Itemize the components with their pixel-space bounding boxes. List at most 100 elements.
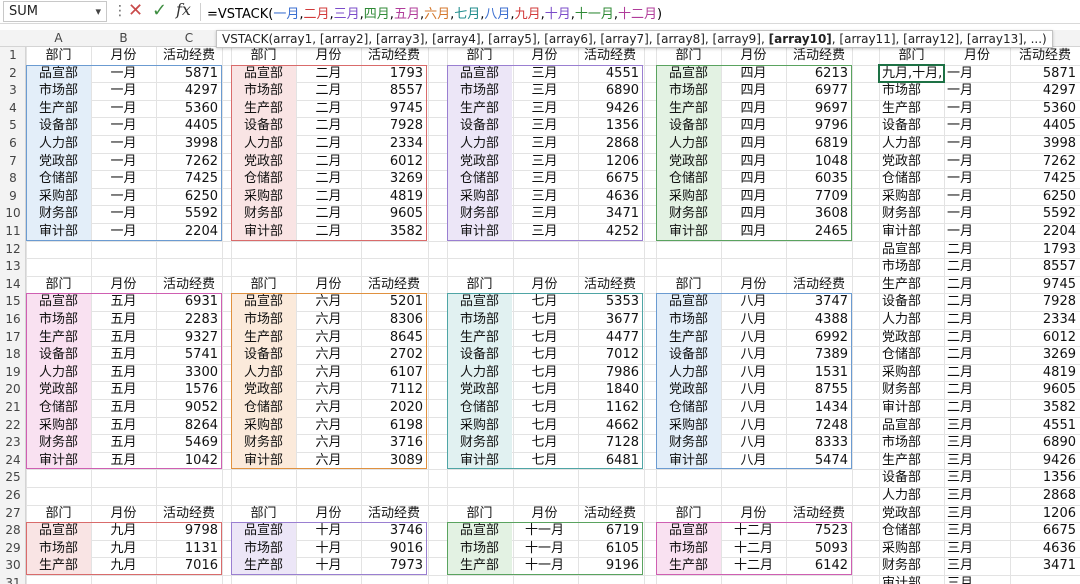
row-header[interactable]: 3 bbox=[0, 82, 26, 100]
result-amount-cell[interactable]: 5360 bbox=[1010, 100, 1080, 117]
result-amount-cell[interactable]: 6890 bbox=[1010, 434, 1080, 451]
result-department-cell[interactable]: 财务部 bbox=[879, 205, 944, 222]
result-department-cell[interactable]: 设备部 bbox=[879, 293, 944, 310]
result-month-cell[interactable]: 三月 bbox=[944, 522, 1010, 539]
row-header[interactable]: 10 bbox=[0, 205, 26, 223]
result-department-cell[interactable]: 品宣部 bbox=[879, 417, 944, 434]
result-amount-cell[interactable]: 5871 bbox=[1010, 65, 1080, 82]
result-month-cell[interactable]: 三月 bbox=[944, 505, 1010, 522]
result-amount-cell[interactable]: 7928 bbox=[1010, 293, 1080, 310]
result-department-cell[interactable]: 党政部 bbox=[879, 505, 944, 522]
row-header[interactable]: 19 bbox=[0, 364, 26, 382]
result-amount-cell[interactable]: 1356 bbox=[1010, 469, 1080, 486]
result-month-cell[interactable]: 一月 bbox=[944, 205, 1010, 222]
result-amount-cell[interactable]: 3471 bbox=[1010, 557, 1080, 574]
result-department-cell[interactable]: 党政部 bbox=[879, 329, 944, 346]
row-header[interactable]: 17 bbox=[0, 329, 26, 347]
result-amount-cell[interactable]: 7425 bbox=[1010, 170, 1080, 187]
row-header[interactable]: 13 bbox=[0, 258, 26, 276]
result-amount-cell[interactable]: 6675 bbox=[1010, 522, 1080, 539]
column-header[interactable]: B bbox=[91, 30, 156, 47]
row-header[interactable]: 1 bbox=[0, 47, 26, 65]
result-month-cell[interactable]: 一月 bbox=[944, 153, 1010, 170]
result-month-cell[interactable]: 一月 bbox=[944, 170, 1010, 187]
result-amount-cell[interactable]: 4297 bbox=[1010, 82, 1080, 99]
result-amount-cell[interactable]: 7262 bbox=[1010, 153, 1080, 170]
row-header[interactable]: 4 bbox=[0, 100, 26, 118]
result-month-cell[interactable]: 三月 bbox=[944, 575, 1010, 584]
result-department-cell[interactable]: 生产部 bbox=[879, 452, 944, 469]
function-tooltip[interactable]: VSTACK(array1, [array2], [array3], [arra… bbox=[216, 30, 1053, 48]
result-department-cell[interactable]: 采购部 bbox=[879, 540, 944, 557]
result-month-cell[interactable]: 二月 bbox=[944, 293, 1010, 310]
row-header[interactable]: 28 bbox=[0, 522, 26, 540]
row-header[interactable]: 18 bbox=[0, 346, 26, 364]
result-amount-cell[interactable]: 4819 bbox=[1010, 364, 1080, 381]
result-department-cell[interactable]: 审计部 bbox=[879, 223, 944, 240]
result-month-cell[interactable]: 二月 bbox=[944, 258, 1010, 275]
formula-input[interactable]: =VSTACK(一月,二月,三月,四月,五月,六月,七月,八月,九月,十月,十一… bbox=[207, 3, 662, 22]
row-header[interactable]: 24 bbox=[0, 452, 26, 470]
result-month-cell[interactable]: 一月 bbox=[944, 135, 1010, 152]
result-month-cell[interactable]: 一月 bbox=[944, 82, 1010, 99]
row-header[interactable]: 15 bbox=[0, 293, 26, 311]
result-month-cell[interactable]: 二月 bbox=[944, 276, 1010, 293]
result-month-cell[interactable]: 二月 bbox=[944, 399, 1010, 416]
result-amount-cell[interactable]: 3269 bbox=[1010, 346, 1080, 363]
result-department-cell[interactable]: 市场部 bbox=[879, 82, 944, 99]
row-header[interactable]: 31 bbox=[0, 575, 26, 584]
result-department-cell[interactable]: 市场部 bbox=[879, 434, 944, 451]
enter-icon[interactable]: ✓ bbox=[152, 0, 167, 21]
row-header[interactable]: 16 bbox=[0, 311, 26, 329]
result-department-cell[interactable]: 生产部 bbox=[879, 100, 944, 117]
result-department-cell[interactable]: 人力部 bbox=[879, 311, 944, 328]
result-amount-cell[interactable]: 9605 bbox=[1010, 381, 1080, 398]
result-department-cell[interactable]: 财务部 bbox=[879, 557, 944, 574]
row-header[interactable]: 25 bbox=[0, 469, 26, 487]
row-header[interactable]: 12 bbox=[0, 241, 26, 259]
result-department-cell[interactable]: 生产部 bbox=[879, 276, 944, 293]
result-amount-cell[interactable]: 9426 bbox=[1010, 452, 1080, 469]
result-department-cell[interactable]: 采购部 bbox=[879, 188, 944, 205]
row-header[interactable]: 14 bbox=[0, 276, 26, 294]
result-month-cell[interactable]: 一月 bbox=[944, 65, 1010, 82]
column-header[interactable]: A bbox=[26, 30, 91, 47]
name-box[interactable]: SUM ▾ bbox=[3, 1, 107, 22]
result-amount-cell[interactable]: 2334 bbox=[1010, 311, 1080, 328]
result-department-cell[interactable]: 品宣部 bbox=[879, 241, 944, 258]
row-header[interactable]: 20 bbox=[0, 381, 26, 399]
row-header[interactable]: 21 bbox=[0, 399, 26, 417]
result-amount-cell[interactable]: 4405 bbox=[1010, 117, 1080, 134]
row-header[interactable]: 30 bbox=[0, 557, 26, 575]
result-month-cell[interactable]: 二月 bbox=[944, 346, 1010, 363]
result-department-cell[interactable]: 仓储部 bbox=[879, 170, 944, 187]
result-department-cell[interactable]: 设备部 bbox=[879, 469, 944, 486]
result-month-cell[interactable]: 一月 bbox=[944, 223, 1010, 240]
row-header[interactable]: 7 bbox=[0, 153, 26, 171]
result-month-cell[interactable]: 一月 bbox=[944, 188, 1010, 205]
result-month-cell[interactable]: 三月 bbox=[944, 417, 1010, 434]
row-header[interactable]: 26 bbox=[0, 487, 26, 505]
result-department-cell[interactable]: 仓储部 bbox=[879, 346, 944, 363]
row-header[interactable]: 22 bbox=[0, 417, 26, 435]
row-header[interactable]: 23 bbox=[0, 434, 26, 452]
result-amount-cell[interactable]: 2204 bbox=[1010, 223, 1080, 240]
cancel-icon[interactable]: ✕ bbox=[128, 0, 143, 21]
result-department-cell[interactable]: 党政部 bbox=[879, 153, 944, 170]
row-header[interactable]: 2 bbox=[0, 65, 26, 83]
more-options-icon[interactable]: ⋮ bbox=[113, 3, 127, 19]
row-header[interactable]: 11 bbox=[0, 223, 26, 241]
result-month-cell[interactable]: 三月 bbox=[944, 452, 1010, 469]
result-amount-cell[interactable]: 6012 bbox=[1010, 329, 1080, 346]
row-header[interactable]: 29 bbox=[0, 540, 26, 558]
result-amount-cell[interactable]: 6250 bbox=[1010, 188, 1080, 205]
result-month-cell[interactable]: 二月 bbox=[944, 241, 1010, 258]
row-header[interactable]: 5 bbox=[0, 117, 26, 135]
result-department-cell[interactable]: 财务部 bbox=[879, 381, 944, 398]
result-month-cell[interactable]: 二月 bbox=[944, 381, 1010, 398]
result-month-cell[interactable]: 三月 bbox=[944, 487, 1010, 504]
row-header[interactable]: 8 bbox=[0, 170, 26, 188]
result-department-cell[interactable]: 人力部 bbox=[879, 135, 944, 152]
row-header[interactable]: 6 bbox=[0, 135, 26, 153]
result-amount-cell[interactable]: 9745 bbox=[1010, 276, 1080, 293]
